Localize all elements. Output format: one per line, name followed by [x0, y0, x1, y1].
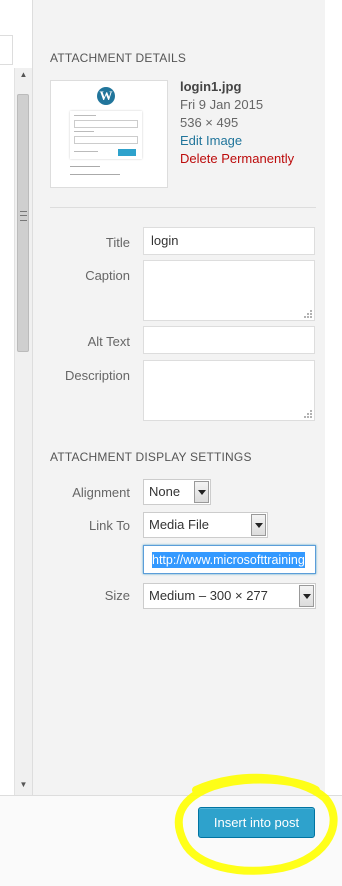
chevron-down-icon[interactable]	[251, 514, 266, 536]
divider	[50, 207, 316, 208]
link-to-label: Link To	[89, 518, 130, 533]
scroll-thumb[interactable]	[17, 94, 29, 352]
display-settings-heading: ATTACHMENT DISPLAY SETTINGS	[50, 450, 252, 464]
thumbnail-preview: W	[65, 81, 155, 189]
alignment-select[interactable]: None	[143, 479, 211, 505]
description-field[interactable]	[143, 360, 315, 421]
scroll-grip-icon	[20, 211, 27, 221]
alt-text-field[interactable]	[143, 326, 315, 354]
size-value: Medium – 300 × 277	[149, 588, 268, 603]
edit-image-link[interactable]: Edit Image	[180, 132, 294, 150]
scrollbar[interactable]: ▲ ▼	[14, 68, 32, 795]
scroll-up-arrow-icon[interactable]: ▲	[15, 68, 32, 82]
search-input[interactable]	[0, 35, 13, 65]
caption-field[interactable]	[143, 260, 315, 321]
caption-label: Caption	[85, 268, 130, 283]
window-edge	[325, 0, 342, 795]
delete-permanently-link[interactable]: Delete Permanently	[180, 150, 294, 168]
link-to-value: Media File	[149, 517, 209, 532]
alignment-value: None	[149, 484, 181, 499]
thumbnail-login-form	[70, 111, 142, 159]
attachment-details-sidebar: ATTACHMENT DETAILS W login1.jpg Fri 9 Ja…	[32, 0, 326, 795]
size-select[interactable]: Medium – 300 × 277	[143, 583, 316, 609]
title-field[interactable]: login	[143, 227, 315, 255]
description-label: Description	[64, 368, 130, 383]
chevron-down-icon[interactable]	[194, 481, 209, 503]
insert-into-post-button[interactable]: Insert into post	[198, 807, 315, 838]
size-label: Size	[104, 588, 130, 603]
link-url-value: http://www.microsofttraining	[152, 552, 305, 568]
file-dimensions: 536 × 495	[180, 115, 239, 130]
attachment-details-heading: ATTACHMENT DETAILS	[50, 51, 187, 65]
wordpress-logo-icon: W	[97, 87, 115, 105]
link-to-select[interactable]: Media File	[143, 512, 268, 538]
link-url-field[interactable]: http://www.microsofttraining	[143, 545, 316, 574]
attachment-thumbnail[interactable]: W	[50, 80, 168, 188]
file-info: login1.jpg Fri 9 Jan 2015 536 × 495 Edit…	[180, 78, 294, 168]
resize-grip-icon[interactable]	[304, 410, 312, 418]
title-label: Title	[105, 235, 130, 250]
alignment-label: Alignment	[72, 485, 130, 500]
alt-text-label: Alt Text	[87, 334, 130, 349]
resize-grip-icon[interactable]	[304, 310, 312, 318]
chevron-down-icon[interactable]	[299, 585, 314, 607]
file-name: login1.jpg	[180, 79, 242, 94]
scroll-down-arrow-icon[interactable]: ▼	[15, 778, 32, 792]
upload-date: Fri 9 Jan 2015	[180, 97, 264, 112]
media-library-pane: ▲ ▼	[0, 0, 32, 795]
